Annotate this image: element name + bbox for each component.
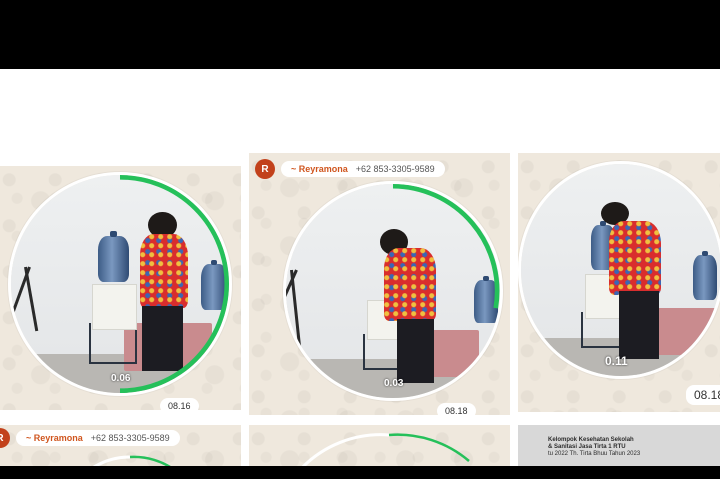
document-image-tile[interactable]: Kelompok Kesehatan Sekolah & Sanitasi Ja… — [518, 425, 720, 466]
sender-header: R ~ Reyramona +62 853-3305-9589 — [0, 428, 180, 448]
video-note-tile-1[interactable]: 0.06 08.16 — [0, 166, 241, 410]
message-time: 08.16 — [160, 398, 199, 410]
sender-phone: +62 853-3305-9589 — [90, 433, 170, 443]
sender-name[interactable]: ~ Reyramona — [26, 433, 83, 443]
video-note-tile-5[interactable] — [249, 425, 510, 466]
video-note-circle[interactable]: 0.03 — [283, 181, 503, 401]
avatar[interactable]: R — [255, 159, 275, 179]
video-duration: 0.06 — [111, 373, 131, 384]
sender-name[interactable]: ~ Reyramona — [291, 164, 348, 174]
sender-pill: ~ Reyramona +62 853-3305-9589 — [281, 161, 445, 177]
message-time: 08.18 — [686, 385, 720, 405]
document-line: Kelompok Kesehatan Sekolah — [548, 437, 634, 443]
message-time: 08.18 — [437, 403, 476, 415]
progress-ring — [301, 433, 470, 466]
avatar[interactable]: R — [0, 428, 10, 448]
sender-header: R ~ Reyramona +62 853-3305-9589 — [255, 159, 445, 179]
sender-phone: +62 853-3305-9589 — [355, 164, 435, 174]
top-black-bar — [0, 0, 720, 69]
video-note-tile-3[interactable]: 0.11 08.18 — [518, 153, 720, 412]
progress-ring — [392, 184, 500, 309]
sender-pill: ~ Reyramona +62 853-3305-9589 — [16, 430, 180, 446]
video-duration: 0.11 — [605, 354, 628, 368]
progress-ring — [92, 455, 171, 466]
document-line: tu 2022 Th. Tirta Bhuu Tahun 2023 — [548, 451, 641, 457]
video-note-tile-2[interactable]: R ~ Reyramona +62 853-3305-9589 0.03 08.… — [249, 153, 510, 415]
video-note-circle[interactable]: 0.06 — [8, 172, 232, 396]
video-note-tile-4[interactable]: R ~ Reyramona +62 853-3305-9589 — [0, 425, 241, 466]
document-line: & Sanitasi Jasa Tirta 1 RTU — [548, 444, 626, 450]
bottom-black-bar — [0, 466, 720, 479]
video-duration: 0.03 — [384, 378, 404, 389]
video-thumbnail — [521, 164, 720, 376]
video-note-circle[interactable]: 0.11 — [518, 161, 720, 379]
progress-ring — [119, 175, 229, 393]
